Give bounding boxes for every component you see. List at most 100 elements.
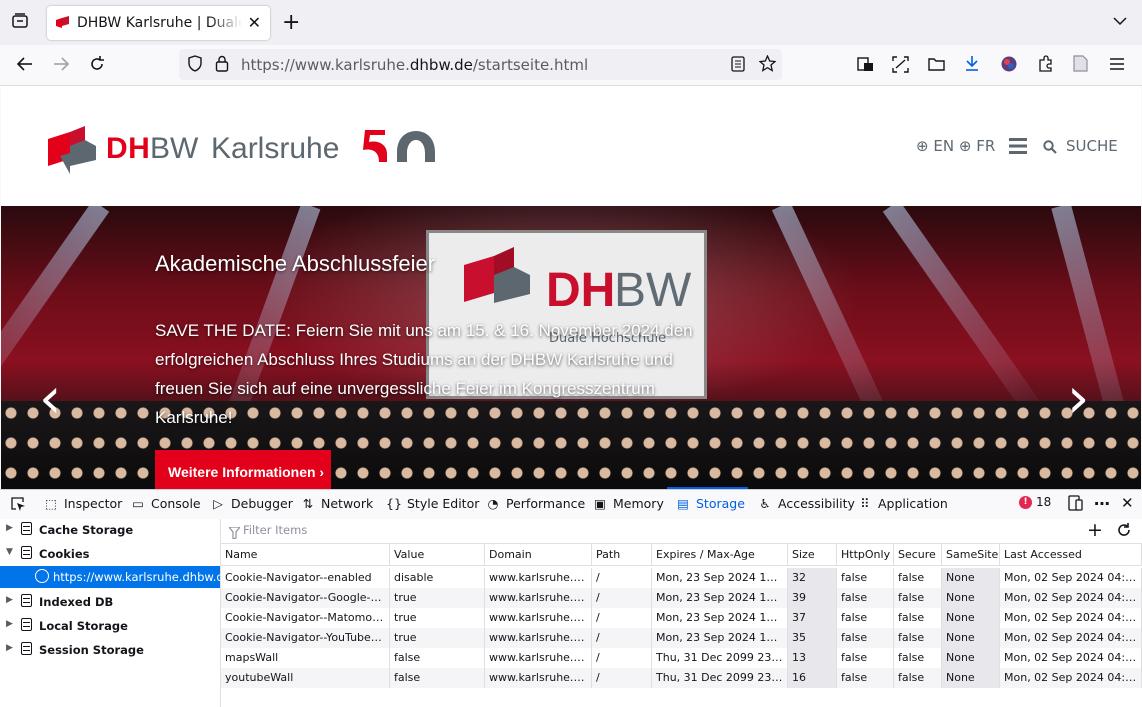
table-cell: / [592, 568, 652, 588]
browser-tab[interactable]: DHBW Karlsruhe | Duales Studium ✕ [47, 6, 270, 40]
expand-arrow-icon[interactable]: ▶ [6, 643, 13, 653]
add-item-icon[interactable]: + [1087, 519, 1103, 541]
column-header[interactable]: HttpOnly [837, 544, 894, 566]
tracking-protection-icon[interactable] [187, 55, 203, 77]
expand-arrow-icon[interactable]: ▶ [6, 619, 13, 629]
column-header[interactable]: Expires / Max-Age [652, 544, 788, 566]
responsive-design-icon[interactable] [1068, 495, 1083, 515]
collapse-arrow-icon[interactable]: ▼ [6, 547, 13, 557]
tree-item-local-storage[interactable]: ▶ Local Storage [0, 615, 220, 637]
list-all-tabs-icon[interactable] [1113, 12, 1127, 33]
hamburger-menu-icon[interactable] [1009, 138, 1027, 154]
lock-icon[interactable] [215, 55, 229, 77]
back-icon[interactable] [16, 55, 34, 78]
table-row[interactable]: youtubeWall false www.karlsruhe.d… / Thu, 31… [221, 668, 1142, 688]
logo-bw-text[interactable]: BW [150, 132, 198, 166]
bookmark-star-icon[interactable] [758, 54, 777, 77]
error-count[interactable]: 18 [1036, 495, 1051, 509]
tree-item-cookie-host[interactable]: https://www.karlsruhe.dhbw.de [0, 566, 231, 588]
more-options-icon[interactable]: ⋯ [1094, 494, 1110, 513]
search-icon[interactable] [1043, 140, 1057, 154]
table-row[interactable]: Cookie-Navigator--enabled disable www.karl… [221, 568, 1142, 588]
tab-label: Console [151, 496, 201, 511]
table-row[interactable]: Cookie-Navigator--YouTube--… true www.karl… [221, 628, 1142, 648]
expand-arrow-icon[interactable]: ▶ [6, 595, 13, 605]
tree-item-cache-storage[interactable]: ▶ Cache Storage [0, 519, 220, 541]
refresh-items-icon[interactable] [1116, 522, 1132, 542]
tab-debugger[interactable]: ▷ Debugger [210, 496, 293, 511]
tab-performance[interactable]: ◔ Performance [485, 496, 586, 511]
search-label[interactable]: SUCHE [1066, 137, 1118, 155]
pocket-icon[interactable] [857, 56, 874, 78]
column-header[interactable]: Last Accessed [1000, 544, 1142, 566]
tab-application[interactable]: ⠿ Application [857, 496, 947, 511]
url-bar[interactable]: https://www.karlsruhe.dhbw.de/startseite… [179, 49, 782, 80]
element-picker-icon[interactable] [10, 496, 26, 516]
column-header[interactable]: Domain [485, 544, 592, 566]
url-text[interactable]: https://www.karlsruhe.dhbw.de/startseite… [241, 56, 588, 74]
table-cell: www.karlsruhe.d… [485, 668, 592, 688]
tree-label: Indexed DB [39, 595, 114, 609]
more-info-button[interactable]: Weitere Informationen › [155, 450, 331, 490]
table-cell: None [942, 568, 1000, 588]
table-row[interactable]: Cookie-Navigator--Matomo-… true www.karlsr… [221, 608, 1142, 628]
tree-item-indexed-db[interactable]: ▶ Indexed DB [0, 591, 220, 613]
page-icon[interactable] [1073, 55, 1088, 77]
tree-item-cookies[interactable]: ▼ Cookies [0, 543, 220, 565]
account-avatar-icon[interactable] [1001, 56, 1017, 77]
tab-accessibility[interactable]: ♿ Accessibility [757, 496, 855, 511]
logo-city-text[interactable]: Karlsruhe [211, 132, 339, 166]
close-devtools-icon[interactable]: ✕ [1121, 494, 1134, 512]
table-cell: / [592, 648, 652, 668]
tree-item-session-storage[interactable]: ▶ Session Storage [0, 639, 220, 661]
lang-en-link[interactable]: EN [933, 137, 954, 155]
folder-icon[interactable] [928, 56, 945, 77]
prev-slide-icon[interactable]: ‹ [39, 366, 61, 431]
tab-label: Storage [696, 496, 745, 511]
tab-style-editor[interactable]: {} Style Editor [386, 496, 479, 511]
new-tab-icon[interactable]: + [282, 10, 300, 35]
dhbw-favicon-icon [56, 16, 69, 28]
table-row[interactable]: Cookie-Navigator--Google-M… true www.karls… [221, 588, 1142, 608]
table-cell: Mon, 23 Sep 2024 11:16:… [652, 588, 788, 608]
tab-network[interactable]: ⇅ Network [300, 496, 373, 511]
app-menu-icon[interactable] [1109, 56, 1125, 76]
reader-view-icon[interactable] [731, 56, 745, 77]
expand-arrow-icon[interactable]: ▶ [6, 523, 13, 533]
tree-label: Cookies [39, 547, 90, 561]
tab-inspector[interactable]: ⬚ Inspector [43, 496, 122, 511]
extensions-icon[interactable] [1037, 55, 1054, 77]
column-header[interactable]: Value [390, 544, 485, 566]
lang-fr-link[interactable]: FR [976, 137, 995, 155]
column-header[interactable]: Name [221, 544, 390, 566]
dhbw-logo-icon[interactable] [48, 126, 98, 174]
table-cell: Mon, 02 Sep 2024 04:23… [1000, 628, 1142, 648]
column-header[interactable]: SameSite [942, 544, 1000, 566]
table-row[interactable]: mapsWall false www.karlsruhe.d… / Thu, 31 De… [221, 648, 1142, 668]
tab-memory[interactable]: ▣ Memory [592, 496, 664, 511]
logo-dh-text[interactable]: DH [106, 132, 150, 166]
next-slide-icon[interactable]: › [1067, 366, 1089, 431]
filter-items-input[interactable] [241, 522, 1045, 538]
screenshot-icon[interactable] [892, 56, 909, 78]
tab-label: Network [321, 496, 374, 511]
tab-console[interactable]: ▭ Console [130, 496, 201, 511]
column-header[interactable]: Size [788, 544, 837, 566]
tab-list-icon[interactable] [11, 12, 29, 35]
table-cell: / [592, 588, 652, 608]
tab-label: Style Editor [407, 496, 480, 511]
column-header[interactable]: Secure [894, 544, 942, 566]
table-cell: None [942, 668, 1000, 688]
column-header[interactable]: Path [592, 544, 652, 566]
table-cell: false [837, 668, 894, 688]
downloads-icon[interactable] [964, 55, 980, 77]
reload-icon[interactable] [88, 55, 106, 78]
tab-storage[interactable]: ▤ Storage [675, 496, 745, 511]
close-tab-icon[interactable]: ✕ [248, 13, 261, 32]
screen-logo-icon [464, 247, 530, 303]
forward-icon[interactable] [52, 55, 70, 78]
url-suffix: /startseite.html [472, 56, 589, 74]
error-icon[interactable]: ! [1019, 496, 1032, 509]
url-prefix: https://www.karlsruhe. [241, 56, 410, 74]
tab-label: Inspector [64, 496, 123, 511]
